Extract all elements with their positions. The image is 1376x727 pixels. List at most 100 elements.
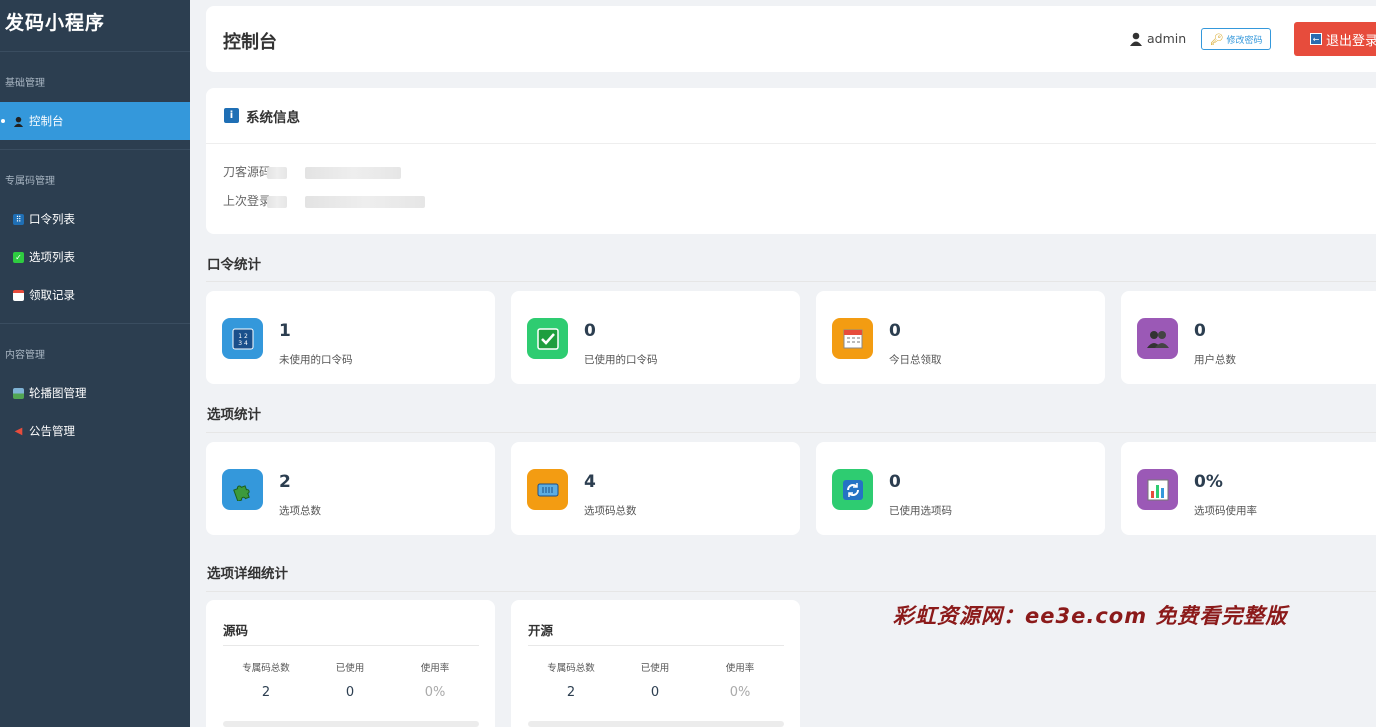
sidebar-item-dashboard[interactable]: 控制台: [0, 102, 190, 140]
sidebar-item-carousel[interactable]: 轮播图管理: [0, 374, 190, 412]
logout-icon: ←: [1310, 33, 1322, 45]
logout-button[interactable]: ← 退出登录: [1294, 22, 1376, 56]
sidebar-item-option-list[interactable]: ✓ 选项列表: [0, 238, 190, 276]
rate-value: 0%: [729, 685, 751, 700]
redacted-value: [266, 195, 287, 208]
info-icon: i: [224, 108, 239, 123]
stat-label: 今日总领取: [889, 354, 942, 366]
stat-label: 未使用的口令码: [279, 354, 353, 366]
info-label: 刀客源码: [223, 165, 272, 179]
stat-card: 0 用户总数: [1121, 291, 1376, 384]
puzzle-icon: [222, 469, 263, 510]
redacted-value: [266, 166, 287, 179]
column-header: 专属码总数: [242, 663, 290, 674]
section-title: 口令统计: [207, 257, 261, 273]
stat-value: 0: [1194, 321, 1206, 341]
username: admin: [1147, 31, 1187, 46]
numbers-icon: ⠿: [13, 213, 24, 225]
stat-card: 1 23 4 1 未使用的口令码: [206, 291, 495, 384]
stat-value: 1: [279, 321, 291, 341]
stat-value: 0: [889, 321, 901, 341]
stat-label: 选项码使用率: [1194, 505, 1257, 517]
info-row: 上次登录: [223, 192, 425, 209]
stat-card: 0 今日总领取: [816, 291, 1105, 384]
sidebar-group-title: 专属码管理: [5, 176, 55, 187]
svg-text:3 4: 3 4: [238, 340, 248, 347]
user-icon: [1130, 32, 1142, 46]
system-info-card: i 系统信息 刀客源码 上次登录: [206, 88, 1376, 234]
system-info-title: 系统信息: [246, 109, 300, 126]
logout-label: 退出登录: [1326, 33, 1376, 49]
page-header: 控制台 admin 🔑︎ 修改密码 ← 退出登录: [206, 6, 1376, 72]
used-value: 0: [650, 685, 660, 700]
stat-card: 0 已使用选项码: [816, 442, 1105, 535]
sidebar-item-claim-records[interactable]: 领取记录: [0, 276, 190, 314]
redacted-value: [304, 166, 401, 179]
section-title: 选项统计: [207, 407, 261, 423]
column-header: 使用率: [420, 663, 450, 674]
total-value: 2: [566, 685, 576, 700]
calendar-icon: [832, 318, 873, 359]
numbers-icon: 1 23 4: [222, 318, 263, 359]
users-icon: [1137, 318, 1178, 359]
system-info-header: i 系统信息: [206, 88, 1376, 144]
change-password-label: 修改密码: [1226, 35, 1263, 46]
column-header: 已使用: [335, 663, 365, 674]
stat-value: 4: [584, 472, 596, 492]
column-header: 使用率: [725, 663, 755, 674]
stat-value: 0: [584, 321, 596, 341]
sidebar-item-code-list[interactable]: ⠿ 口令列表: [0, 200, 190, 238]
option-detail-card: 开源 专属码总数 已使用 使用率 2 0 0%: [511, 600, 800, 727]
sidebar-item-label: 口令列表: [29, 212, 75, 226]
stat-value: 2: [279, 472, 291, 492]
page-title: 控制台: [223, 32, 277, 53]
stat-card: 0 已使用的口令码: [511, 291, 800, 384]
image-icon: [13, 387, 24, 399]
redacted-value: [304, 195, 425, 208]
brand-title: 发码小程序: [0, 0, 190, 52]
key-icon: 🔑︎: [1209, 32, 1224, 46]
sidebar-group-title: 内容管理: [5, 350, 45, 361]
rate-value: 0%: [424, 685, 446, 700]
stat-value: 0%: [1194, 472, 1223, 492]
option-name: 源码: [223, 623, 249, 638]
usage-progress-bar: [528, 721, 784, 727]
sidebar-item-label: 领取记录: [29, 288, 75, 302]
column-header: 专属码总数: [547, 663, 595, 674]
info-label: 上次登录: [223, 194, 272, 208]
sidebar-group-title: 基础管理: [5, 78, 45, 89]
stat-card: 2 选项总数: [206, 442, 495, 535]
watermark-text: 彩虹资源网：ee3e.com 免费看完整版: [893, 604, 1288, 628]
check-icon: ✓: [13, 251, 24, 263]
option-detail-card: 源码 专属码总数 已使用 使用率 2 0 0%: [206, 600, 495, 727]
total-value: 2: [261, 685, 271, 700]
info-row: 刀客源码: [223, 163, 401, 180]
bar-chart-icon: [1137, 469, 1178, 510]
stat-card: 0% 选项码使用率: [1121, 442, 1376, 535]
stat-label: 选项总数: [279, 505, 321, 517]
sidebar-item-label: 控制台: [29, 114, 64, 128]
change-password-button[interactable]: 🔑︎ 修改密码: [1201, 28, 1271, 50]
column-header: 已使用: [640, 663, 670, 674]
sidebar: 发码小程序 基础管理 控制台 专属码管理 ⠿ 口令列表 ✓ 选项列表 领取记录 …: [0, 0, 190, 727]
stat-label: 已使用的口令码: [584, 354, 658, 366]
ticket-icon: [527, 469, 568, 510]
stat-label: 选项码总数: [584, 505, 637, 517]
check-icon: [527, 318, 568, 359]
svg-text:1 2: 1 2: [238, 333, 248, 340]
sidebar-item-label: 公告管理: [29, 424, 75, 438]
stat-label: 用户总数: [1194, 354, 1236, 366]
refresh-icon: [832, 469, 873, 510]
used-value: 0: [345, 685, 355, 700]
user-icon: [13, 116, 24, 127]
section-title: 选项详细统计: [207, 566, 288, 582]
usage-progress-bar: [223, 721, 479, 727]
stat-label: 已使用选项码: [889, 505, 952, 517]
stat-card: 4 选项码总数: [511, 442, 800, 535]
calendar-icon: [13, 289, 24, 301]
megaphone-icon: ◀: [14, 425, 23, 437]
sidebar-item-label: 选项列表: [29, 250, 75, 264]
sidebar-item-announcements[interactable]: ◀ 公告管理: [0, 412, 190, 450]
stat-value: 0: [889, 472, 901, 492]
current-user: admin: [1130, 31, 1186, 46]
